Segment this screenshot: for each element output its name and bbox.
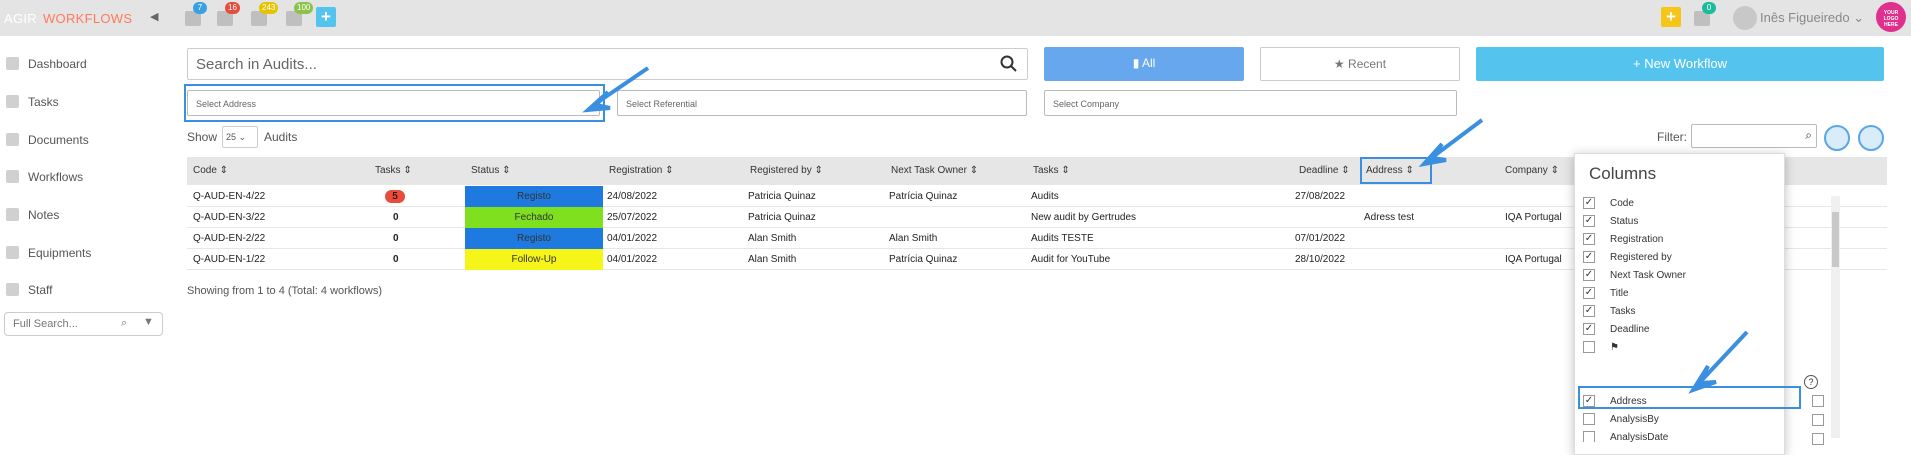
arrow-head-icon bbox=[582, 90, 611, 113]
arrow-icon bbox=[1432, 118, 1484, 158]
arrow-icon bbox=[1700, 330, 1749, 382]
annotation-arrows bbox=[582, 66, 1749, 394]
